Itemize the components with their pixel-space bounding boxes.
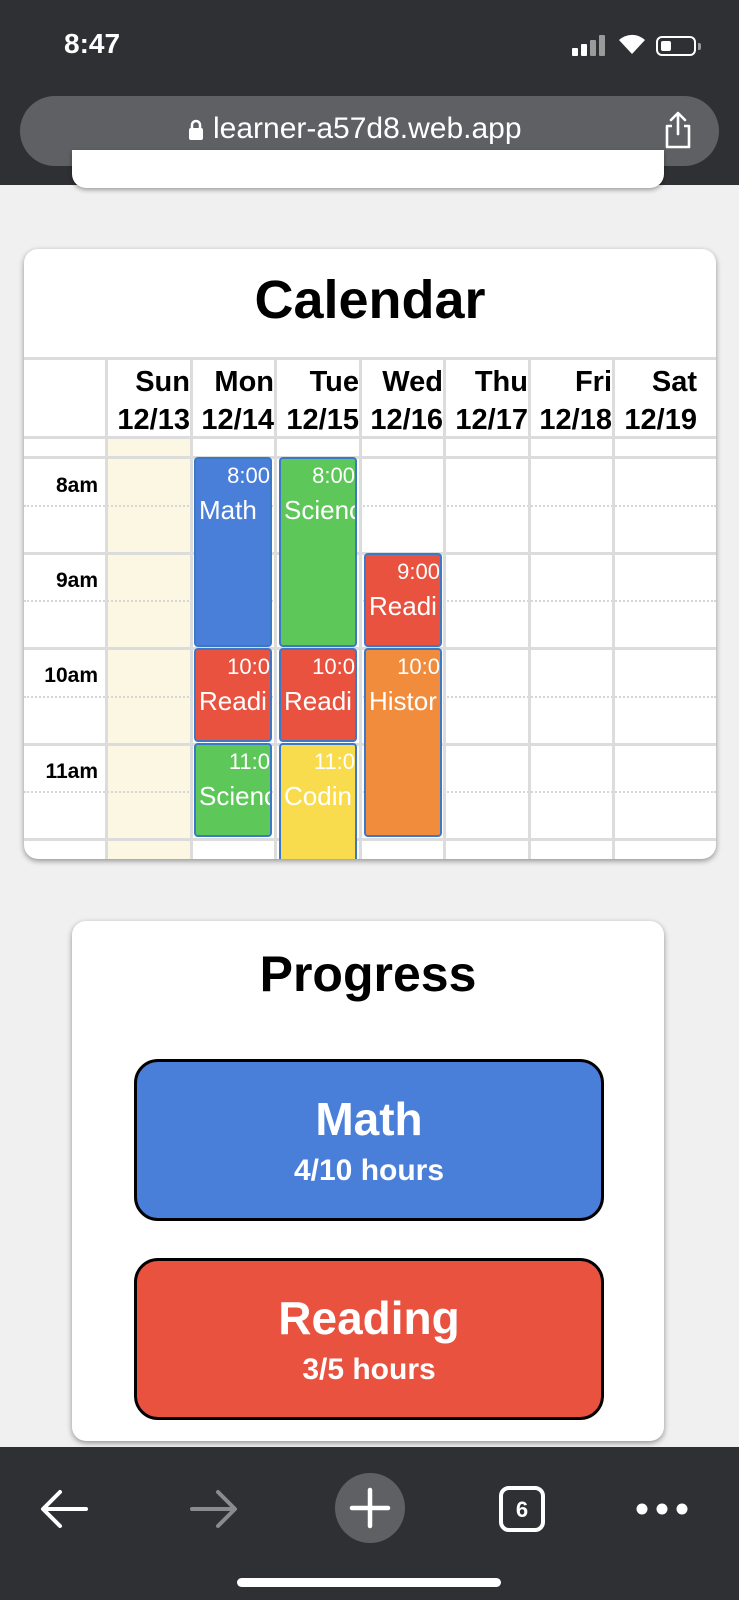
lock-icon xyxy=(189,119,203,140)
battery-icon xyxy=(656,36,701,56)
event-title: Readi xyxy=(369,591,437,621)
tabs-icon[interactable]: 6 xyxy=(498,1485,546,1533)
day-name: Fri xyxy=(574,366,612,398)
event-mon-math[interactable]: 8:00 Math xyxy=(194,457,272,647)
event-time: 8:00 xyxy=(312,463,355,488)
event-time: 10:0 xyxy=(227,654,270,679)
event-time: 10:0 xyxy=(397,654,440,679)
browser-bottom-toolbar: 6 xyxy=(0,1447,739,1600)
event-title: Math xyxy=(199,495,257,525)
share-icon[interactable] xyxy=(663,110,693,150)
day-header-sat[interactable]: Sat 12/19 xyxy=(611,363,697,439)
day-name: Sun xyxy=(135,366,190,398)
progress-title: Progress xyxy=(259,946,477,1002)
day-header-mon[interactable]: Mon 12/14 xyxy=(188,363,274,439)
day-name: Thu xyxy=(474,366,528,398)
event-title: Readi xyxy=(199,686,267,716)
day-header-wed[interactable]: Wed 12/16 xyxy=(357,363,443,439)
event-mon-reading[interactable]: 10:0 Readi xyxy=(194,648,272,742)
time-label-10am: 10am xyxy=(44,664,98,687)
day-header-sun[interactable]: Sun 12/13 xyxy=(104,363,190,439)
previous-card xyxy=(72,150,664,188)
event-title: Histor xyxy=(369,686,437,716)
day-date: 12/13 xyxy=(117,404,190,436)
time-label-11am: 11am xyxy=(45,760,98,783)
day-name: Sat xyxy=(651,366,697,398)
progress-subject: Math xyxy=(315,1093,423,1145)
day-header-tue[interactable]: Tue 12/15 xyxy=(273,363,359,439)
more-icon[interactable] xyxy=(634,1497,690,1521)
status-time: 8:47 xyxy=(64,28,121,59)
day-date: 12/16 xyxy=(370,404,443,436)
progress-item-math[interactable]: Math 4/10 hours xyxy=(134,1059,604,1221)
progress-item-reading[interactable]: Reading 3/5 hours xyxy=(134,1258,604,1420)
day-header-fri[interactable]: Fri 12/18 xyxy=(526,363,612,439)
event-mon-science[interactable]: 11:0 Scienc xyxy=(194,743,272,837)
event-title: Scienc xyxy=(199,781,272,811)
day-date: 12/15 xyxy=(286,404,359,436)
event-tue-science[interactable]: 8:00 Scienc xyxy=(279,457,357,647)
day-header-thu[interactable]: Thu 12/17 xyxy=(442,363,528,439)
event-time: 9:00 xyxy=(397,559,440,584)
arrow-right-icon[interactable] xyxy=(188,1487,240,1531)
progress-hours: 4/10 hours xyxy=(293,1154,445,1187)
wifi-icon xyxy=(619,34,645,54)
cellular-signal-icon xyxy=(572,34,606,56)
event-time: 11:0 xyxy=(313,749,355,774)
progress-subject: Reading xyxy=(278,1292,460,1344)
progress-card: Progress Math 4/10 hours Reading 3/5 hou… xyxy=(72,921,664,1441)
time-label-8am: 8am xyxy=(55,474,98,497)
event-tue-coding[interactable]: 11:0 Codin xyxy=(279,743,357,859)
event-wed-history[interactable]: 10:0 Histor xyxy=(364,648,442,837)
plus-icon[interactable] xyxy=(334,1472,406,1544)
event-time: 10:0 xyxy=(312,654,355,679)
day-date: 12/17 xyxy=(455,404,528,436)
day-name: Wed xyxy=(382,366,443,398)
calendar-title: Calendar xyxy=(254,270,486,330)
day-date: 12/18 xyxy=(539,404,612,436)
home-indicator xyxy=(237,1578,501,1587)
event-time: 8:00 xyxy=(227,463,270,488)
progress-hours: 3/5 hours xyxy=(302,1353,436,1386)
day-date: 12/14 xyxy=(201,404,274,436)
calendar-card: Calendar Sun 12/13 Mon 12/14 Tue 12/15 W… xyxy=(24,249,716,859)
event-title: Codin xyxy=(284,781,352,811)
day-name: Mon xyxy=(214,366,274,398)
time-label-9am: 9am xyxy=(55,569,98,592)
day-name: Tue xyxy=(309,366,359,398)
event-time: 11:0 xyxy=(228,749,270,774)
url-text: learner-a57d8.web.app xyxy=(213,112,522,145)
event-title: Readi xyxy=(284,686,352,716)
tab-count: 6 xyxy=(516,1497,528,1522)
event-wed-reading[interactable]: 9:00 Readi xyxy=(364,553,442,647)
day-date: 12/19 xyxy=(624,404,697,436)
arrow-left-icon[interactable] xyxy=(38,1487,90,1531)
event-title: Scienc xyxy=(284,495,357,525)
event-tue-reading[interactable]: 10:0 Readi xyxy=(279,648,357,742)
